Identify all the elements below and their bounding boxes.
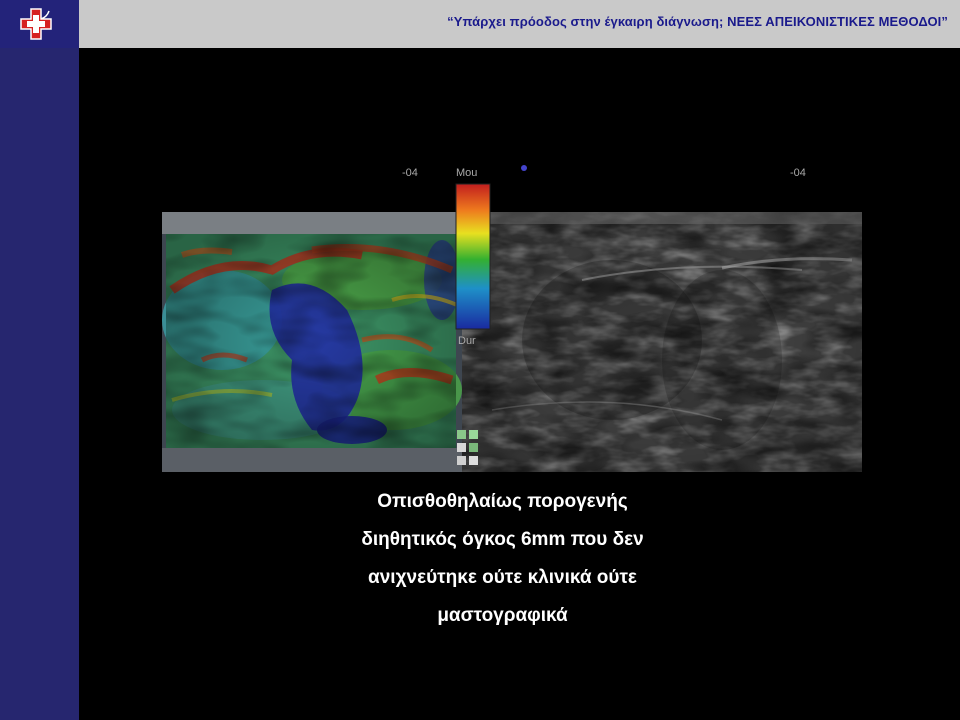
header-bar: “Υπάρχει πρόοδος στην έγκαιρη διάγνωση; …: [79, 0, 960, 48]
b-mode-panel: [462, 212, 862, 472]
depth-marker-right: -04: [790, 167, 806, 179]
scale-label-bottom: Dur: [458, 335, 476, 347]
medical-cross-logo-icon: [20, 8, 52, 40]
logo-box: [0, 0, 79, 48]
elastography-panel: [162, 212, 462, 472]
page-title: “Υπάρχει πρόοδος στην έγκαιρη διάγνωση; …: [447, 14, 948, 29]
ultrasound-elastography-image: -04 Mou -04 Dur: [162, 165, 862, 472]
sidebar-stripe: [0, 48, 79, 720]
image-caption: Οπισθοθηλαίως πορογενής διηθητικός όγκος…: [280, 483, 725, 635]
caption-line: Οπισθοθηλαίως πορογενής: [377, 491, 628, 512]
scale-label-top: Mou: [456, 167, 477, 179]
elasticity-color-scale: [455, 183, 491, 330]
depth-marker-left: -04: [402, 167, 418, 179]
caption-line: μαστογραφικά: [437, 605, 568, 626]
probe-marker: [521, 165, 527, 171]
caption-line: διηθητικός όγκος 6mm που δεν: [361, 529, 644, 550]
caption-line: ανιχνεύτηκε ούτε κλινικά ούτε: [368, 567, 637, 588]
slide: “Υπάρχει πρόοδος στην έγκαιρη διάγνωση; …: [0, 0, 960, 720]
